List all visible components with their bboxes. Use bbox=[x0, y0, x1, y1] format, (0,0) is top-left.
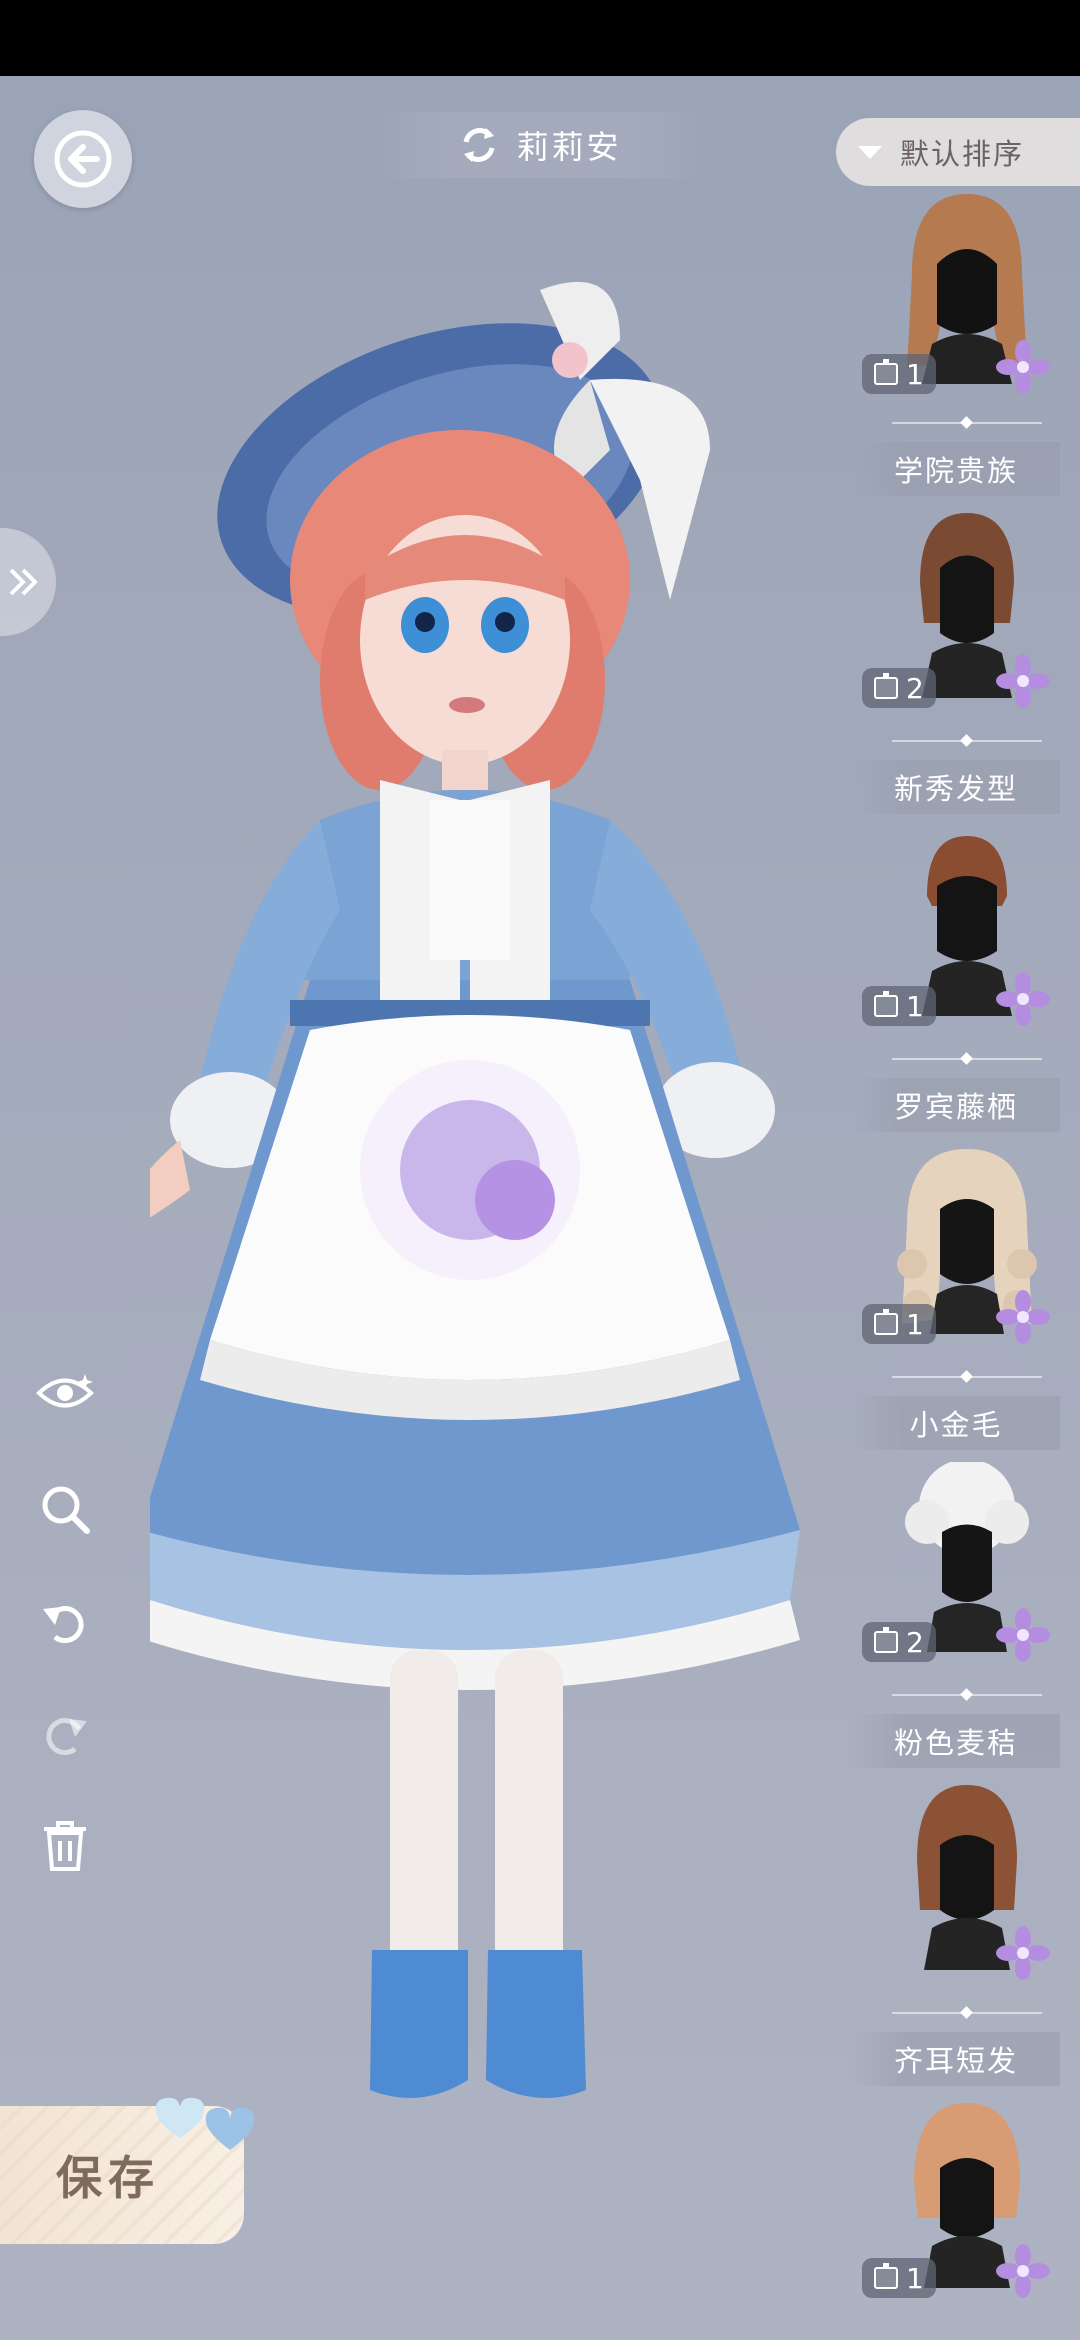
zoom-button[interactable] bbox=[30, 1474, 100, 1544]
toggle-visibility-button[interactable] bbox=[30, 1358, 100, 1428]
owned-count-badge: 1 bbox=[862, 1304, 936, 1344]
character-name-bar[interactable]: 莉莉安 bbox=[370, 112, 710, 178]
divider bbox=[892, 740, 1042, 742]
sort-label: 默认排序 bbox=[900, 137, 1025, 171]
flower-rarity-icon bbox=[996, 1290, 1050, 1344]
gift-box-icon bbox=[874, 1309, 898, 1335]
gift-box-icon bbox=[874, 2263, 898, 2289]
redo-button[interactable] bbox=[30, 1700, 100, 1770]
double-chevron-right-icon bbox=[9, 568, 38, 596]
hair-item[interactable]: 1 bbox=[852, 822, 1080, 1036]
owned-count-badge: 2 bbox=[862, 1622, 936, 1662]
flower-rarity-icon bbox=[996, 654, 1050, 708]
flower-rarity-icon bbox=[996, 1926, 1050, 1980]
gift-box-icon bbox=[874, 991, 898, 1017]
divider bbox=[892, 1694, 1042, 1696]
hair-item[interactable]: 2 bbox=[852, 1458, 1080, 1672]
owned-count: 2 bbox=[906, 671, 924, 705]
divider bbox=[892, 422, 1042, 424]
owned-count-badge: 1 bbox=[862, 2258, 936, 2298]
hearts-decoration-icon bbox=[155, 2097, 255, 2150]
eye-icon bbox=[36, 1374, 94, 1408]
hair-item[interactable]: 1 bbox=[852, 1140, 1080, 1354]
owned-count: 1 bbox=[906, 357, 924, 391]
switch-icon[interactable] bbox=[458, 124, 500, 166]
owned-count-badge: 2 bbox=[862, 668, 936, 708]
sort-dropdown[interactable]: 默认排序 bbox=[836, 118, 1080, 186]
flower-rarity-icon bbox=[996, 340, 1050, 394]
undo-icon bbox=[43, 1606, 84, 1644]
hair-item[interactable]: 1 bbox=[852, 190, 1080, 404]
gift-box-icon bbox=[874, 673, 898, 699]
hair-name-label: 粉色麦秸 bbox=[852, 1714, 1060, 1768]
status-bar bbox=[0, 0, 1080, 76]
owned-count: 2 bbox=[906, 1625, 924, 1659]
character-model bbox=[150, 281, 800, 2098]
hair-name-label: 学院贵族 bbox=[852, 442, 1060, 496]
hair-selection-list[interactable]: 1 学院贵族 2 新秀发型 1 罗宾藤栖 1 小金毛 2 粉色麦秸 齐耳短发 1 bbox=[852, 186, 1080, 2340]
hair-name-label: 罗宾藤栖 bbox=[852, 1078, 1060, 1132]
flower-rarity-icon bbox=[996, 972, 1050, 1026]
divider bbox=[892, 2012, 1042, 2014]
back-arrow-icon bbox=[54, 130, 112, 188]
hair-item[interactable]: 1 bbox=[852, 2094, 1080, 2308]
gift-box-icon bbox=[874, 1627, 898, 1653]
owned-count: 1 bbox=[906, 989, 924, 1023]
divider bbox=[892, 1058, 1042, 1060]
divider bbox=[892, 1376, 1042, 1378]
save-label: 保存 bbox=[56, 2151, 160, 2205]
owned-count-badge: 1 bbox=[862, 354, 936, 394]
flower-rarity-icon bbox=[996, 2244, 1050, 2298]
dropdown-caret-icon bbox=[858, 145, 882, 159]
flower-rarity-icon bbox=[996, 1608, 1050, 1662]
redo-icon bbox=[46, 1718, 87, 1756]
hair-name-label: 小金毛 bbox=[852, 1396, 1060, 1450]
hair-item[interactable]: 2 bbox=[852, 504, 1080, 718]
undo-button[interactable] bbox=[30, 1588, 100, 1658]
back-button[interactable] bbox=[34, 110, 132, 208]
gift-box-icon bbox=[874, 359, 898, 385]
character-name: 莉莉安 bbox=[516, 128, 622, 166]
hair-item[interactable] bbox=[852, 1776, 1080, 1990]
hair-name-label: 齐耳短发 bbox=[852, 2032, 1060, 2086]
owned-count-badge: 1 bbox=[862, 986, 936, 1026]
owned-count: 1 bbox=[906, 2261, 924, 2295]
zoom-icon bbox=[42, 1486, 90, 1534]
delete-button[interactable] bbox=[30, 1810, 100, 1880]
expand-panel-tab[interactable] bbox=[0, 528, 56, 636]
hair-name-label: 新秀发型 bbox=[852, 760, 1060, 814]
trash-icon bbox=[44, 1821, 86, 1871]
owned-count: 1 bbox=[906, 1307, 924, 1341]
